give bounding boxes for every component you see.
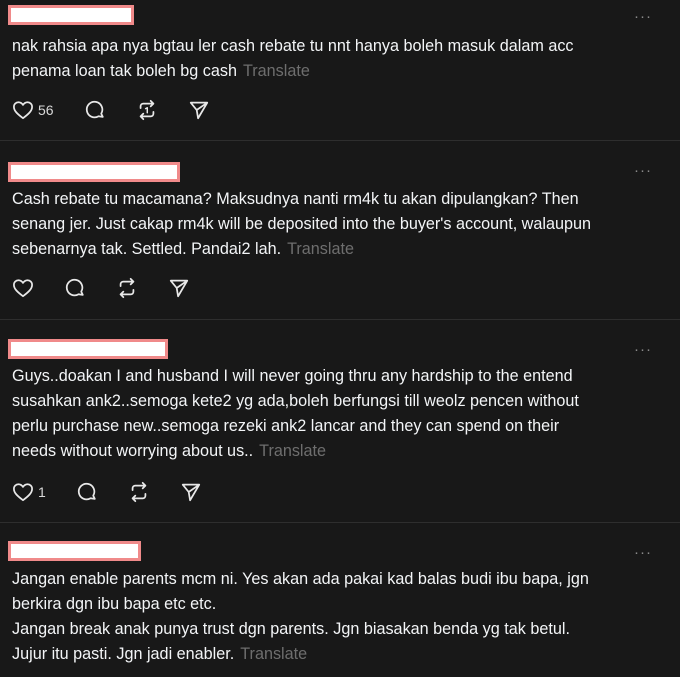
post-4: ··· Jangan enable parents mcm ni. Yes ak… xyxy=(0,523,680,677)
translate-link[interactable]: Translate xyxy=(287,240,354,258)
repost-button[interactable] xyxy=(116,277,138,299)
share-icon xyxy=(180,481,202,503)
redacted-username xyxy=(8,5,134,25)
post-line: Jangan enable parents mcm ni. Yes akan a… xyxy=(12,570,589,588)
repost-icon xyxy=(136,99,158,121)
post-line: needs without worrying about us.. Transla… xyxy=(12,442,327,460)
more-options-icon[interactable]: ··· xyxy=(634,545,652,560)
translate-link[interactable]: Translate xyxy=(259,442,326,460)
repost-icon xyxy=(128,481,150,503)
like-button[interactable]: 56 xyxy=(12,100,62,120)
translate-link[interactable]: Translate xyxy=(243,62,310,80)
heart-icon xyxy=(12,100,34,120)
like-count: 56 xyxy=(38,102,54,118)
repost-button[interactable] xyxy=(128,481,150,503)
comment-button[interactable] xyxy=(64,277,86,299)
post-3: ··· Guys..doakan I and husband I will ne… xyxy=(0,320,680,522)
redacted-username xyxy=(8,339,168,359)
share-button[interactable] xyxy=(180,481,202,503)
post-text: Jangan enable parents mcm ni. Yes akan a… xyxy=(12,567,652,667)
translate-link[interactable]: Translate xyxy=(240,645,307,663)
like-button[interactable]: 1 xyxy=(12,482,52,502)
repost-icon xyxy=(116,277,138,299)
post-line: Guys..doakan I and husband I will never … xyxy=(12,367,573,385)
post-line: nak rahsia apa nya bgtau ler cash rebate… xyxy=(12,37,574,55)
post-1: ··· nak rahsia apa nya bgtau ler cash re… xyxy=(0,0,680,140)
comment-button[interactable] xyxy=(76,481,98,503)
post-text: Guys..doakan I and husband I will never … xyxy=(12,364,652,464)
comment-button[interactable] xyxy=(84,99,106,121)
comment-icon xyxy=(76,481,98,503)
action-bar: 56 xyxy=(12,98,210,122)
post-line: susahkan ank2..semoga kete2 yg ada,boleh… xyxy=(12,392,579,410)
comment-icon xyxy=(64,277,86,299)
share-icon xyxy=(188,99,210,121)
like-button[interactable] xyxy=(12,278,34,298)
heart-icon xyxy=(12,278,34,298)
post-text: nak rahsia apa nya bgtau ler cash rebate… xyxy=(12,34,652,84)
more-options-icon[interactable]: ··· xyxy=(634,9,652,24)
share-icon xyxy=(168,277,190,299)
comment-icon xyxy=(84,99,106,121)
post-line: Cash rebate tu macamana? Maksudnya nanti… xyxy=(12,190,579,208)
more-options-icon[interactable]: ··· xyxy=(634,163,652,178)
post-2: ··· Cash rebate tu macamana? Maksudnya n… xyxy=(0,141,680,319)
action-bar xyxy=(12,276,190,300)
post-line: sebenarnya tak. Settled. Pandai2 lah. Tra… xyxy=(12,240,354,258)
share-button[interactable] xyxy=(188,99,210,121)
heart-icon xyxy=(12,482,34,502)
action-bar: 1 xyxy=(12,480,202,504)
post-line: perlu purchase new..semoga rezeki ank2 l… xyxy=(12,417,560,435)
post-line: senang jer. Just cakap rm4k will be depo… xyxy=(12,215,591,233)
more-options-icon[interactable]: ··· xyxy=(634,342,652,357)
redacted-username xyxy=(8,541,141,561)
share-button[interactable] xyxy=(168,277,190,299)
repost-button[interactable] xyxy=(136,99,158,121)
post-text: Cash rebate tu macamana? Maksudnya nanti… xyxy=(12,187,652,262)
like-count: 1 xyxy=(38,484,46,500)
post-line: penama loan tak boleh bg cash Translate xyxy=(12,62,310,80)
post-line: Jangan break anak punya trust dgn parent… xyxy=(12,620,570,638)
redacted-username xyxy=(8,162,180,182)
post-line: Jujur itu pasti. Jgn jadi enabler. Transl… xyxy=(12,645,308,663)
post-line: berkira dgn ibu bapa etc etc. xyxy=(12,595,217,613)
